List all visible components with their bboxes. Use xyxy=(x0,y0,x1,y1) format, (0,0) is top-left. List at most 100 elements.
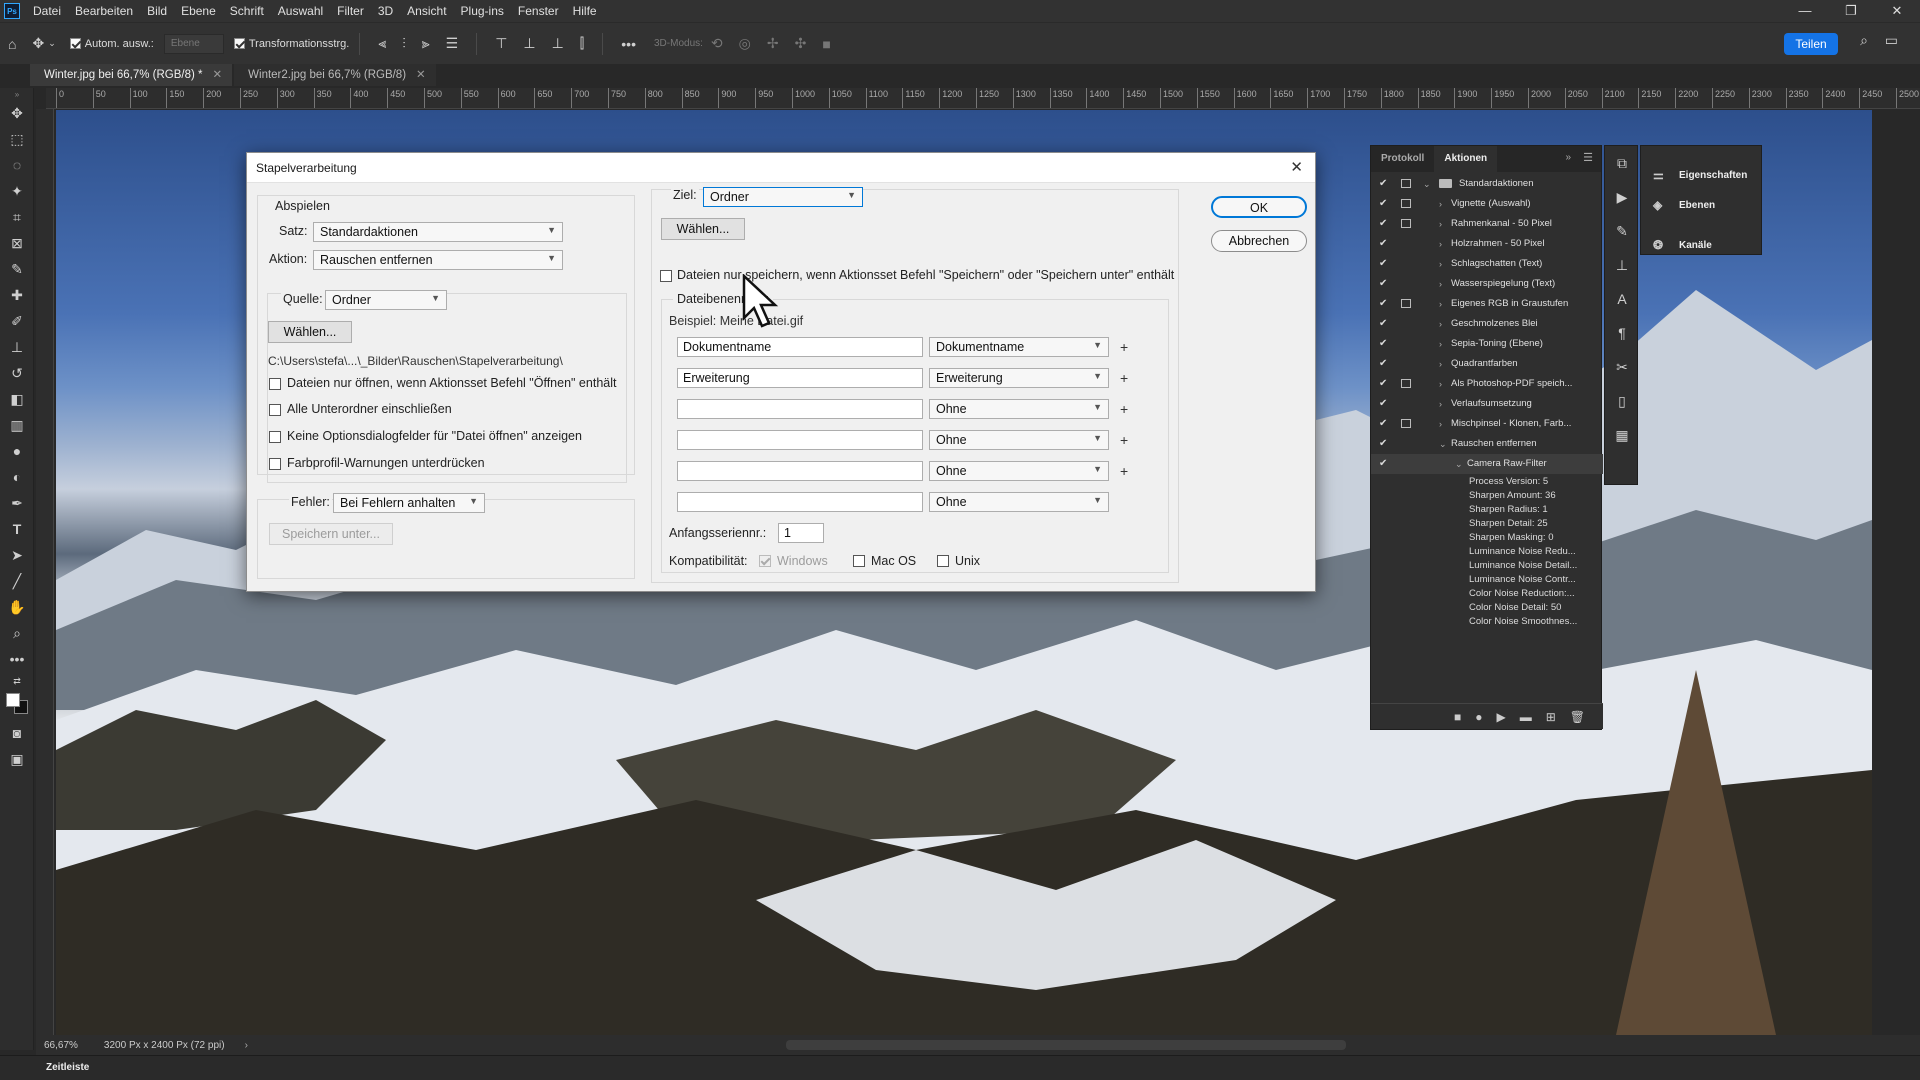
enable-check-icon[interactable]: ✔ xyxy=(1379,194,1387,214)
camera-3d-icon[interactable]: ■ xyxy=(822,36,830,52)
menu-bearbeiten[interactable]: Bearbeiten xyxy=(68,4,140,18)
chevron-right-icon[interactable]: › xyxy=(1439,214,1442,234)
source-choose-button[interactable]: Wählen... xyxy=(268,321,352,343)
orbit-3d-icon[interactable]: ⟲ xyxy=(711,35,723,52)
add-naming-row-button[interactable]: + xyxy=(1120,432,1128,448)
action-item[interactable]: ✔ › Sepia-Toning (Ebene) xyxy=(1371,334,1603,354)
menu-filter[interactable]: Filter xyxy=(330,4,371,18)
action-item[interactable]: ✔ ⌄ Rauschen entfernen xyxy=(1371,434,1603,454)
menu-ebene[interactable]: Ebene xyxy=(174,4,223,18)
naming-field-5[interactable] xyxy=(677,461,923,481)
action-item[interactable]: ✔ › Eigenes RGB in Graustufen xyxy=(1371,294,1603,314)
menu-schrift[interactable]: Schrift xyxy=(223,4,271,18)
zoom-level[interactable]: 66,67% xyxy=(44,1040,78,1051)
move-tool-icon[interactable]: ✥ xyxy=(0,100,34,126)
pan-3d-icon[interactable]: ✢ xyxy=(767,35,779,52)
search-icon[interactable]: ⌕ xyxy=(1860,32,1868,49)
add-naming-row-button[interactable]: + xyxy=(1120,401,1128,417)
add-naming-row-button[interactable]: + xyxy=(1120,370,1128,386)
target-choose-button[interactable]: Wählen... xyxy=(661,218,745,240)
timeline-tab[interactable]: Zeitleiste xyxy=(0,1055,1920,1080)
channels-panel-button[interactable]: ❂ Kanäle xyxy=(1641,230,1761,260)
enable-check-icon[interactable]: ✔ xyxy=(1379,294,1387,314)
set-select[interactable]: Standardaktionen ▼ xyxy=(313,222,563,242)
align-top-icon[interactable]: ⊤ xyxy=(495,35,507,52)
stop-icon[interactable]: ■ xyxy=(1454,710,1461,724)
enable-check-icon[interactable]: ✔ xyxy=(1379,234,1387,254)
swatches-icon[interactable]: ▦ xyxy=(1605,418,1639,452)
action-select[interactable]: Rauschen entfernen ▼ xyxy=(313,250,563,270)
naming-field-1[interactable]: Dokumentname xyxy=(677,337,923,357)
chevron-right-icon[interactable]: › xyxy=(1439,334,1442,354)
naming-select-3[interactable]: Ohne ▼ xyxy=(929,399,1109,419)
enable-check-icon[interactable]: ✔ xyxy=(1379,394,1387,414)
tab-winter2[interactable]: Winter2.jpg bei 66,7% (RGB/8) ✕ xyxy=(234,64,436,86)
auto-select-target[interactable]: Ebene xyxy=(163,33,224,54)
chevron-right-icon[interactable]: › xyxy=(1439,234,1442,254)
chevron-right-icon[interactable]: › xyxy=(1439,314,1442,334)
naming-field-3[interactable] xyxy=(677,399,923,419)
close-tab-icon[interactable]: ✕ xyxy=(213,69,223,81)
foreground-color-swatch[interactable] xyxy=(6,693,20,707)
home-icon[interactable]: ⌂ xyxy=(8,36,16,52)
dialog-toggle-icon[interactable] xyxy=(1401,199,1411,208)
layers-panel-button[interactable]: ◈ Ebenen xyxy=(1641,190,1761,220)
hand-tool-icon[interactable]: ✋ xyxy=(0,594,34,620)
new-set-icon[interactable]: ▬ xyxy=(1520,710,1532,724)
target-select[interactable]: Ordner ▼ xyxy=(703,187,863,207)
chevron-down-icon[interactable]: ⌄ xyxy=(1439,434,1447,454)
menu-hilfe[interactable]: Hilfe xyxy=(566,4,604,18)
chevron-right-icon[interactable]: › xyxy=(1439,394,1442,414)
action-item[interactable]: ✔ › Geschmolzenes Blei xyxy=(1371,314,1603,334)
action-item[interactable]: ✔ › Mischpinsel - Klonen, Farb... xyxy=(1371,414,1603,434)
close-dialog-icon[interactable]: ✕ xyxy=(1290,158,1303,176)
tab-actions[interactable]: Aktionen xyxy=(1434,146,1498,172)
frame-tool-icon[interactable]: ⊠ xyxy=(0,230,34,256)
pen-tool-icon[interactable]: ✒ xyxy=(0,490,34,516)
eyedropper-tool-icon[interactable]: ✎ xyxy=(0,256,34,282)
play-icon[interactable]: ▶ xyxy=(1496,710,1505,724)
action-item[interactable]: ✔ › Als Photoshop-PDF speich... xyxy=(1371,374,1603,394)
status-expand-icon[interactable]: › xyxy=(245,1040,248,1051)
dodge-tool-icon[interactable]: ◐ xyxy=(0,464,34,490)
brush-settings-icon[interactable]: ✎ xyxy=(1605,214,1639,248)
paragraph-panel-icon[interactable]: ¶ xyxy=(1605,316,1639,350)
brush-tool-icon[interactable]: ✐ xyxy=(0,308,34,334)
healing-brush-tool-icon[interactable]: ✚ xyxy=(0,282,34,308)
align-right-icon[interactable]: ⫸ xyxy=(422,35,430,52)
chevron-right-icon[interactable]: › xyxy=(1439,374,1442,394)
naming-field-6[interactable] xyxy=(677,492,923,512)
ok-button[interactable]: OK xyxy=(1211,196,1307,218)
enable-check-icon[interactable]: ✔ xyxy=(1379,254,1387,274)
marquee-tool-icon[interactable]: ⬚ xyxy=(0,126,34,152)
add-naming-row-button[interactable]: + xyxy=(1120,339,1128,355)
save-only-checkbox[interactable] xyxy=(660,270,672,282)
align-center-icon[interactable]: ⫶ xyxy=(402,35,406,52)
menu-ansicht[interactable]: Ansicht xyxy=(400,4,453,18)
menu-bild[interactable]: Bild xyxy=(140,4,174,18)
properties-panel-button[interactable]: ⚌ Eigenschaften xyxy=(1641,160,1761,190)
enable-check-icon[interactable]: ✔ xyxy=(1379,354,1387,374)
enable-check-icon[interactable]: ✔ xyxy=(1379,174,1387,194)
menu-plugins[interactable]: Plug-ins xyxy=(454,4,511,18)
type-tool-icon[interactable]: T xyxy=(0,516,34,542)
chevron-right-icon[interactable]: › xyxy=(1439,194,1442,214)
libraries-icon[interactable]: ▯ xyxy=(1605,384,1639,418)
naming-select-6[interactable]: Ohne ▼ xyxy=(929,492,1109,512)
source-select[interactable]: Ordner ▼ xyxy=(325,290,447,310)
align-bottom-icon[interactable]: ⊥ xyxy=(552,35,564,52)
enable-check-icon[interactable]: ✔ xyxy=(1379,274,1387,294)
naming-select-2[interactable]: Erweiterung ▼ xyxy=(929,368,1109,388)
enable-check-icon[interactable]: ✔ xyxy=(1379,454,1387,474)
history-brush-tool-icon[interactable]: ↺ xyxy=(0,360,34,386)
character-panel-icon[interactable]: A xyxy=(1605,282,1639,316)
record-icon[interactable]: ● xyxy=(1475,710,1482,724)
action-item[interactable]: ✔ › Vignette (Auswahl) xyxy=(1371,194,1603,214)
action-item[interactable]: ✔ ⌄ Camera Raw-Filter xyxy=(1371,454,1603,474)
enable-check-icon[interactable]: ✔ xyxy=(1379,414,1387,434)
dialog-toggle-icon[interactable] xyxy=(1401,179,1411,188)
workspace-icon[interactable]: ▭ xyxy=(1885,32,1898,49)
action-item[interactable]: ✔ › Rahmenkanal - 50 Pixel xyxy=(1371,214,1603,234)
color-swatches[interactable] xyxy=(0,690,34,720)
crop-tool-icon[interactable]: ⌗ xyxy=(0,204,34,230)
